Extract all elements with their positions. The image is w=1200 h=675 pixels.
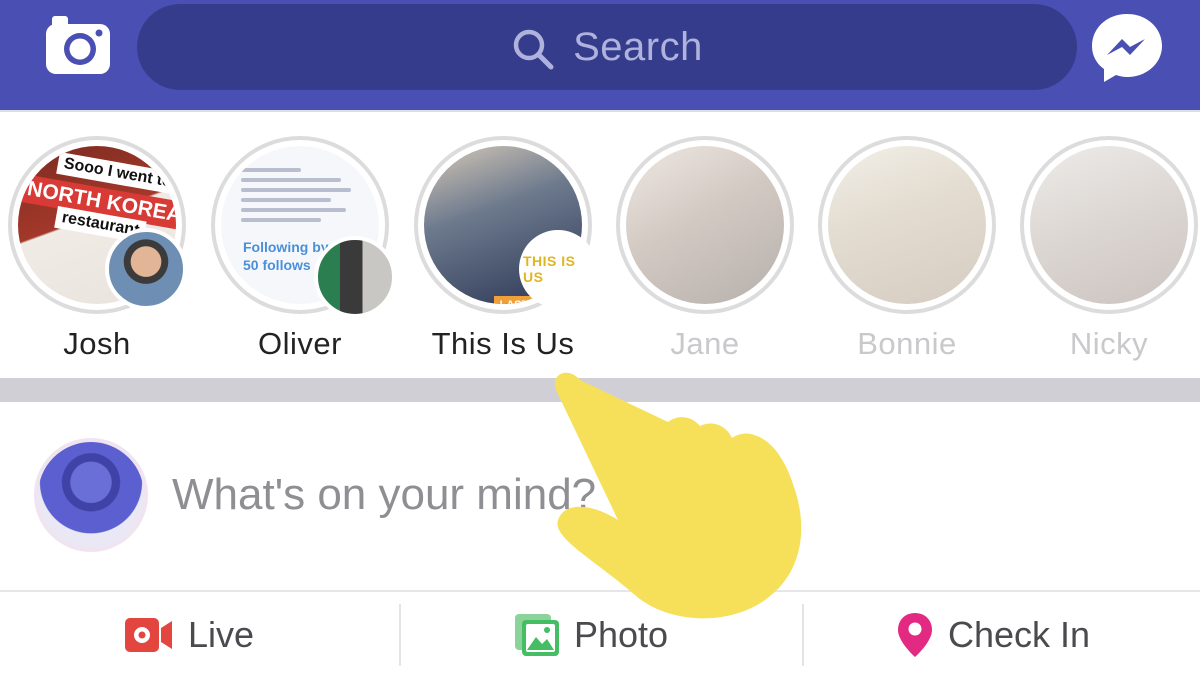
action-separator [399,604,401,666]
story-author-avatar [105,228,187,310]
composer-action-bar: Live Photo Check In [0,590,1200,675]
location-pin-icon [898,612,932,657]
search-icon [513,29,554,70]
story-thumbnail [828,146,986,304]
top-nav-bar: Search [0,0,1200,110]
search-placeholder: Search [573,24,703,69]
story-name: This Is Us [431,326,575,361]
photo-label: Photo [574,613,669,655]
live-video-icon [125,617,172,652]
story-name: Bonnie [857,326,957,361]
camera-button[interactable] [44,12,112,78]
messenger-icon [1092,14,1162,82]
photo-button[interactable]: Photo [514,592,668,675]
check-in-label: Check In [948,613,1091,655]
section-divider [0,378,1200,402]
photo-icon [515,613,559,656]
stories-tray: Sooo I went to a NORTH KOREAN restaurant… [0,110,1200,378]
overlay-line: Following by [243,239,329,255]
live-button[interactable]: Live [124,592,254,675]
post-composer: What's on your mind? [0,402,1200,590]
story-tag: LAST [494,296,534,304]
action-separator [802,604,804,666]
profile-text-lines [241,168,351,228]
story-thumbnail [1030,146,1188,304]
messenger-button[interactable] [1090,12,1165,84]
story-thumbnail [626,146,784,304]
story-author-avatar [314,236,396,318]
story-name: Jane [670,326,740,361]
search-bar[interactable]: Search [137,4,1077,90]
story-name: Oliver [258,326,342,361]
story-name: Nicky [1069,326,1149,361]
story-name: Josh [63,326,131,361]
check-in-button[interactable]: Check In [896,592,1090,675]
status-input[interactable]: What's on your mind? [172,470,872,524]
live-label: Live [188,613,255,655]
camera-icon [46,16,110,74]
user-avatar[interactable] [34,438,148,552]
show-badge: THIS IS US [519,230,597,308]
